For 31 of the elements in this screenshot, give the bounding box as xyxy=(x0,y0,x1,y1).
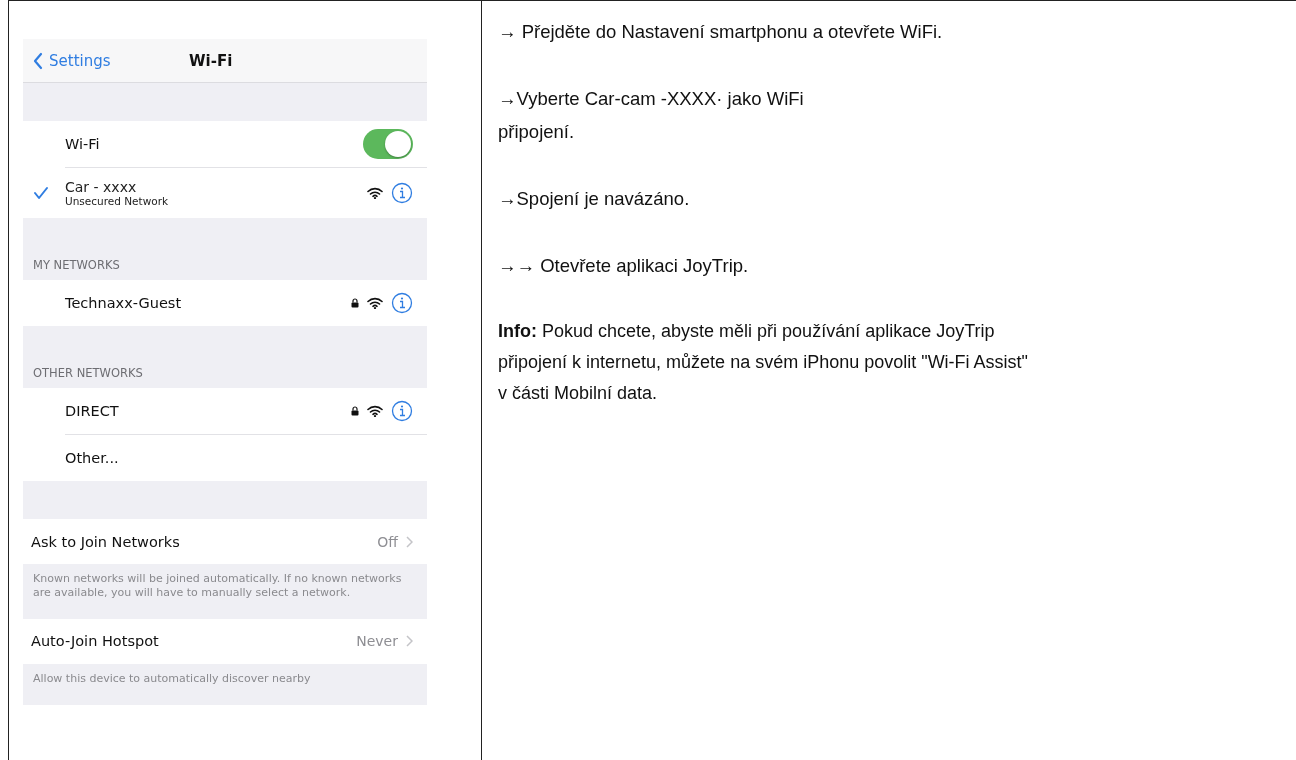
info-icon[interactable] xyxy=(391,182,413,204)
chevron-icon xyxy=(406,535,413,548)
chevron-icon xyxy=(406,635,413,648)
wifi-toggle[interactable] xyxy=(363,129,413,159)
setting-value: Off xyxy=(377,533,398,550)
back-button[interactable]: Settings xyxy=(33,51,111,70)
setting-value: Never xyxy=(356,633,398,650)
instruction-text: připojení. xyxy=(498,120,576,144)
setting-note: Allow this device to automatically discover nearby xyxy=(33,671,311,685)
network-status: Unsecured Network xyxy=(65,195,170,207)
info-icon[interactable] xyxy=(391,400,413,422)
setting-note: Known networks will be joined automatically. If no known networks are available, you will have to manually select a network. xyxy=(33,572,402,600)
info-icon[interactable] xyxy=(391,292,413,314)
instruction-text: →Spojení je navázáno. xyxy=(498,187,691,211)
instruction-text: →Vyberte Car-cam -XXXX· jako WiFi xyxy=(498,87,805,111)
wifi-label: Wi-Fi xyxy=(65,136,101,152)
network-name[interactable]: DIRECT xyxy=(65,403,351,419)
setting-label[interactable]: Ask to Join Networks xyxy=(31,533,378,550)
network-name[interactable]: Car - xxxx xyxy=(65,179,367,195)
section-header: OTHER NETWORKS xyxy=(33,366,143,380)
other-network-item[interactable]: Other... xyxy=(65,450,413,466)
instruction-text: → Přejděte do Nastavení smartphonu a otevřete WiFi. xyxy=(498,20,944,44)
screen-title: Wi-Fi xyxy=(189,51,233,70)
wifi-signal-icon xyxy=(367,297,383,309)
setting-label[interactable]: Auto-Join Hotspot xyxy=(31,633,357,650)
back-chevron-icon xyxy=(33,51,43,70)
wifi-signal-icon xyxy=(367,405,383,417)
instruction-text: →→ Otevřete aplikaci JoyTrip. xyxy=(498,254,750,278)
info-paragraph: Info: Pokud chcete, abyste měli při používání aplikace JoyTrip připojení k internetu, můžete na svém iPhonu povolit "Wi-Fi Assist" v části Mobilní data. xyxy=(498,320,1028,405)
section-header: MY NETWORKS xyxy=(33,258,120,272)
wifi-signal-icon xyxy=(367,187,383,199)
